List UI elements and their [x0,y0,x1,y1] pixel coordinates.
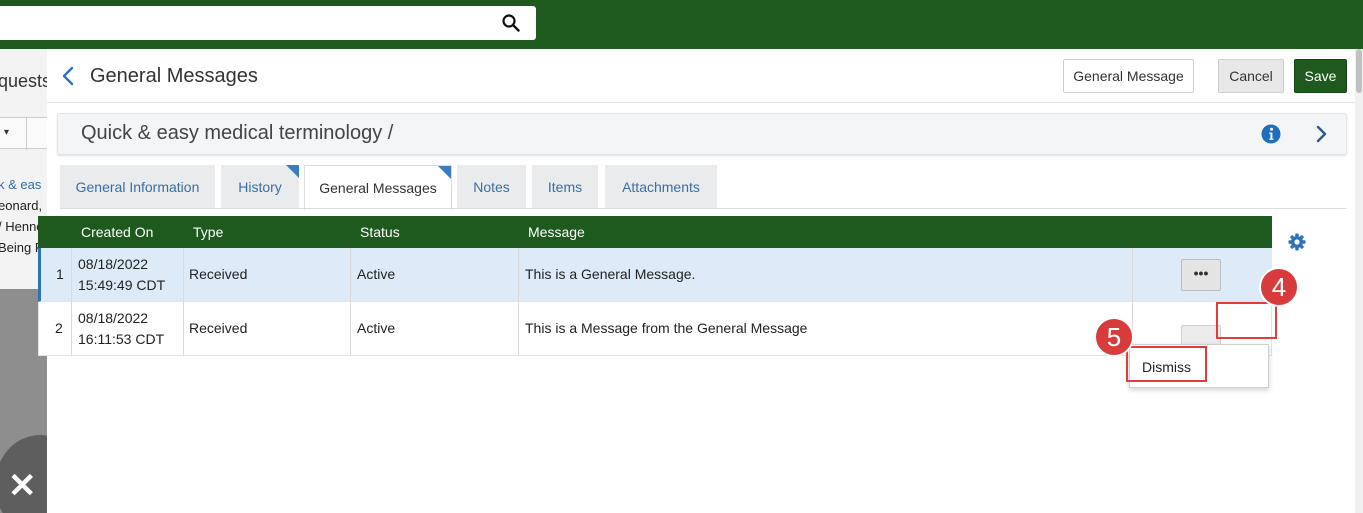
created-date: 08/18/2022 [78,256,149,272]
scrollbar[interactable] [1355,49,1363,513]
created-on-cell: 08/18/2022 16:11:53 CDT [78,308,164,350]
tab-label: Attachments [622,179,700,195]
type-cell: Received [189,266,248,282]
save-button[interactable]: Save [1294,59,1347,93]
column-divider [183,248,184,302]
page-title: General Messages [90,65,258,87]
tab-attachments[interactable]: Attachments [605,165,717,209]
tab-divider [60,208,1347,209]
tab-history[interactable]: History [221,165,299,209]
tab-label: Notes [473,179,510,195]
tab-general-information[interactable]: General Information [60,165,215,209]
tab-indicator-flag [438,166,451,179]
divider [26,118,27,150]
column-divider [1132,248,1133,302]
column-divider [518,302,519,356]
chevron-right-icon[interactable] [1315,125,1327,143]
background-page-title: quests [0,71,47,91]
message-cell: This is a General Message. [525,266,696,282]
search-input[interactable] [0,6,536,40]
created-time: 15:49:49 CDT [78,277,166,293]
background-line: k & eas [0,177,42,192]
table-row[interactable]: 1 08/18/2022 15:49:49 CDT Received Activ… [38,248,1272,302]
tab-general-messages[interactable]: General Messages [304,165,452,210]
column-divider [518,248,519,302]
column-header-type[interactable]: Type [193,224,223,240]
message-cell: This is a Message from the General Messa… [525,320,808,336]
table-header: Created On Type Status Message [38,216,1272,248]
created-date: 08/18/2022 [78,310,149,326]
back-arrow-icon[interactable] [61,66,75,86]
tab-indicator-flag [286,165,299,178]
row-actions-button[interactable] [1181,325,1221,346]
row-index: 2 [55,320,63,336]
search-icon[interactable] [502,14,520,32]
general-message-button[interactable]: General Message [1063,59,1194,93]
status-cell: Active [357,320,396,336]
created-on-cell: 08/18/2022 15:49:49 CDT [78,254,165,296]
column-header-message[interactable]: Message [528,224,585,240]
background-filter-control: ▾ [0,117,47,150]
callout-highlight-actions [1216,302,1277,339]
gear-icon[interactable] [1287,232,1307,252]
step-badge: 5 [1094,317,1134,357]
column-divider [350,248,351,302]
column-header-created-on[interactable]: Created On [81,224,153,240]
table-row[interactable]: 2 08/18/2022 16:11:53 CDT Received Activ… [38,302,1272,356]
status-cell: Active [357,266,396,282]
callout-highlight-dismiss [1126,346,1207,382]
column-divider [71,248,72,302]
tab-notes[interactable]: Notes [457,165,526,209]
close-icon[interactable]: ✕ [8,466,37,506]
step-badge: 4 [1259,267,1299,307]
info-icon[interactable] [1261,124,1281,144]
column-divider [183,302,184,356]
record-summary-bar: Quick & easy medical terminology / [57,113,1347,155]
record-title: Quick & easy medical terminology / [81,122,394,144]
column-divider [350,302,351,356]
tab-label: Items [547,179,583,195]
column-divider [71,302,72,356]
row-actions-button[interactable]: ••• [1181,259,1221,291]
background-line: eonard, [0,198,43,213]
row-index: 1 [56,266,64,282]
tab-items[interactable]: Items [532,165,598,209]
type-cell: Received [189,320,248,336]
created-time: 16:11:53 CDT [78,331,165,347]
cancel-button[interactable]: Cancel [1218,59,1284,93]
tab-label: General Messages [319,180,437,196]
chevron-down-icon: ▾ [4,127,10,138]
column-header-status[interactable]: Status [360,224,400,240]
scrollbar-thumb[interactable] [1356,49,1362,93]
tab-label: History [238,179,282,195]
top-bar [0,0,1363,49]
panel-header: General Messages General Message Cancel … [47,49,1355,103]
tab-label: General Information [75,179,200,195]
